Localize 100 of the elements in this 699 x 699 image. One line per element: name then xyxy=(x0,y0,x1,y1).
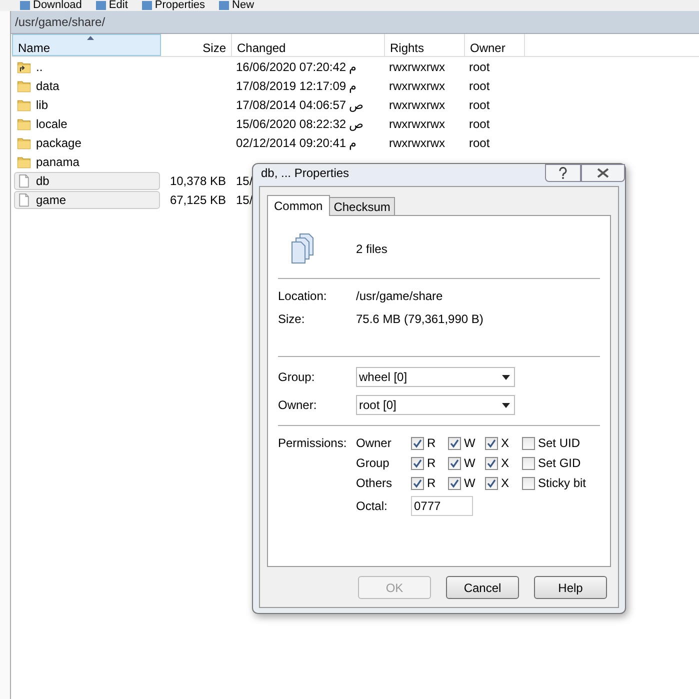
file-name: db xyxy=(36,174,50,188)
permission-class: Owner xyxy=(356,436,392,450)
field-label: Octal: xyxy=(356,499,388,513)
file-icon xyxy=(17,174,31,188)
file-name: panama xyxy=(36,154,80,168)
am-pm-cell: ص xyxy=(349,98,364,112)
summary-text: 2 files xyxy=(356,242,388,256)
checkmark-icon xyxy=(487,438,496,448)
size-cell: 67,125 KB xyxy=(170,192,226,206)
permission-checkbox[interactable]: Set GID xyxy=(522,456,600,470)
size-cell: 10,378 KB xyxy=(170,174,226,188)
toolbar-button[interactable]: Download xyxy=(20,0,82,11)
dialog-title: db, ... Properties xyxy=(261,166,350,180)
help-button[interactable] xyxy=(545,164,581,182)
owner-cell: root xyxy=(469,136,490,150)
date-cell: 15/ xyxy=(236,192,253,206)
sort-caret-icon xyxy=(86,36,94,40)
group-dropdown[interactable]: wheel [0] xyxy=(356,367,515,387)
dialog-tab[interactable]: Common xyxy=(267,195,330,216)
date-cell: 16/06/2020 07:20:42 xyxy=(236,60,346,74)
file-name: package xyxy=(36,136,82,150)
file-name-cell[interactable]: .. xyxy=(14,58,160,76)
close-icon xyxy=(597,168,609,178)
toolbar-button[interactable]: Edit xyxy=(96,0,128,11)
file-name-cell[interactable]: locale xyxy=(14,114,160,132)
dropdown-caret-icon xyxy=(502,374,510,380)
am-pm-cell: م xyxy=(349,60,356,74)
date-cell: 15/ xyxy=(236,174,253,188)
owner-cell: root xyxy=(469,116,490,130)
owner-cell: root xyxy=(469,60,490,74)
permission-checkbox[interactable]: W xyxy=(448,436,485,450)
field-label: Size: xyxy=(278,312,306,326)
file-name-cell[interactable]: panama xyxy=(14,152,160,170)
date-cell: 17/08/2019 12:17:09 xyxy=(236,78,346,92)
permission-checkbox[interactable]: X xyxy=(485,456,522,470)
permission-checkbox[interactable]: R xyxy=(411,476,448,490)
file-name-cell[interactable]: db xyxy=(14,172,160,190)
toolbar-icon xyxy=(20,1,30,10)
close-button[interactable] xyxy=(581,164,625,182)
parent-folder-icon xyxy=(17,60,31,74)
dropdown-caret-icon xyxy=(502,402,510,408)
toolbar-icon xyxy=(96,1,106,10)
field-label: Owner: xyxy=(278,398,318,412)
am-pm-cell: ص xyxy=(349,116,364,130)
field-label: Group: xyxy=(278,370,316,384)
owner-dropdown[interactable]: root [0] xyxy=(356,395,515,415)
permission-checkbox[interactable]: W xyxy=(448,456,485,470)
file-name-cell[interactable]: game xyxy=(14,190,160,208)
file-name-cell[interactable]: lib xyxy=(14,96,160,114)
dialog-button[interactable]: Help xyxy=(534,576,607,599)
permission-checkbox[interactable]: X xyxy=(485,436,522,450)
toolbar-button[interactable]: New xyxy=(219,0,254,11)
permission-checkbox[interactable]: W xyxy=(448,476,485,490)
checkmark-icon xyxy=(413,478,422,488)
file-name: lib xyxy=(36,98,48,112)
permission-class: Others xyxy=(356,476,394,490)
rights-cell: rwxrwxrwx xyxy=(389,60,445,74)
date-cell: 17/08/2014 04:06:57 xyxy=(236,98,346,112)
folder-icon xyxy=(17,136,31,150)
field-label: Location: xyxy=(278,289,328,303)
owner-cell: root xyxy=(469,78,490,92)
rights-cell: rwxrwxrwx xyxy=(389,98,445,112)
file-name: game xyxy=(36,192,66,206)
toolbar-icon xyxy=(142,1,152,10)
checkmark-icon xyxy=(487,478,496,488)
permission-checkbox[interactable]: Set UID xyxy=(522,436,600,450)
am-pm-cell: م xyxy=(349,136,356,150)
octal-field[interactable]: 0777 xyxy=(411,496,473,516)
permission-checkbox[interactable]: Sticky bit xyxy=(522,476,600,490)
toolbar-icon xyxy=(219,1,230,10)
checkmark-icon xyxy=(450,478,459,488)
permission-checkbox[interactable]: X xyxy=(485,476,522,490)
date-cell: 15/06/2020 08:22:32 xyxy=(236,116,346,130)
checkmark-icon xyxy=(487,458,496,468)
date-cell: 02/12/2014 09:20:41 xyxy=(236,136,346,150)
path-bar: /usr/game/share/ xyxy=(11,11,699,34)
permission-checkbox[interactable]: R xyxy=(411,456,448,470)
am-pm-cell: م xyxy=(349,78,356,92)
size-value: 75.6 MB (79,361,990 B) xyxy=(356,312,484,326)
permission-checkbox[interactable]: R xyxy=(411,436,448,450)
owner-cell: root xyxy=(469,98,490,112)
column-header[interactable]: Name xyxy=(12,34,161,56)
rights-cell: rwxrwxrwx xyxy=(389,78,445,92)
file-name-cell[interactable]: package xyxy=(14,134,160,152)
checkmark-icon xyxy=(413,458,422,468)
folder-icon xyxy=(17,78,31,92)
permission-class: Group xyxy=(356,456,390,470)
checkmark-icon xyxy=(413,438,422,448)
toolbar-button[interactable]: Properties xyxy=(142,0,206,11)
file-icon xyxy=(17,192,31,206)
folder-icon xyxy=(17,116,31,130)
dialog-tab[interactable]: Checksum xyxy=(328,197,396,215)
folder-icon xyxy=(17,98,31,112)
file-name: locale xyxy=(36,116,68,130)
checkmark-icon xyxy=(450,438,459,448)
file-name: .. xyxy=(36,60,43,74)
rights-cell: rwxrwxrwx xyxy=(389,116,445,130)
file-name-cell[interactable]: data xyxy=(14,76,160,94)
question-mark-icon xyxy=(558,167,568,179)
dialog-button[interactable]: Cancel xyxy=(446,576,519,599)
